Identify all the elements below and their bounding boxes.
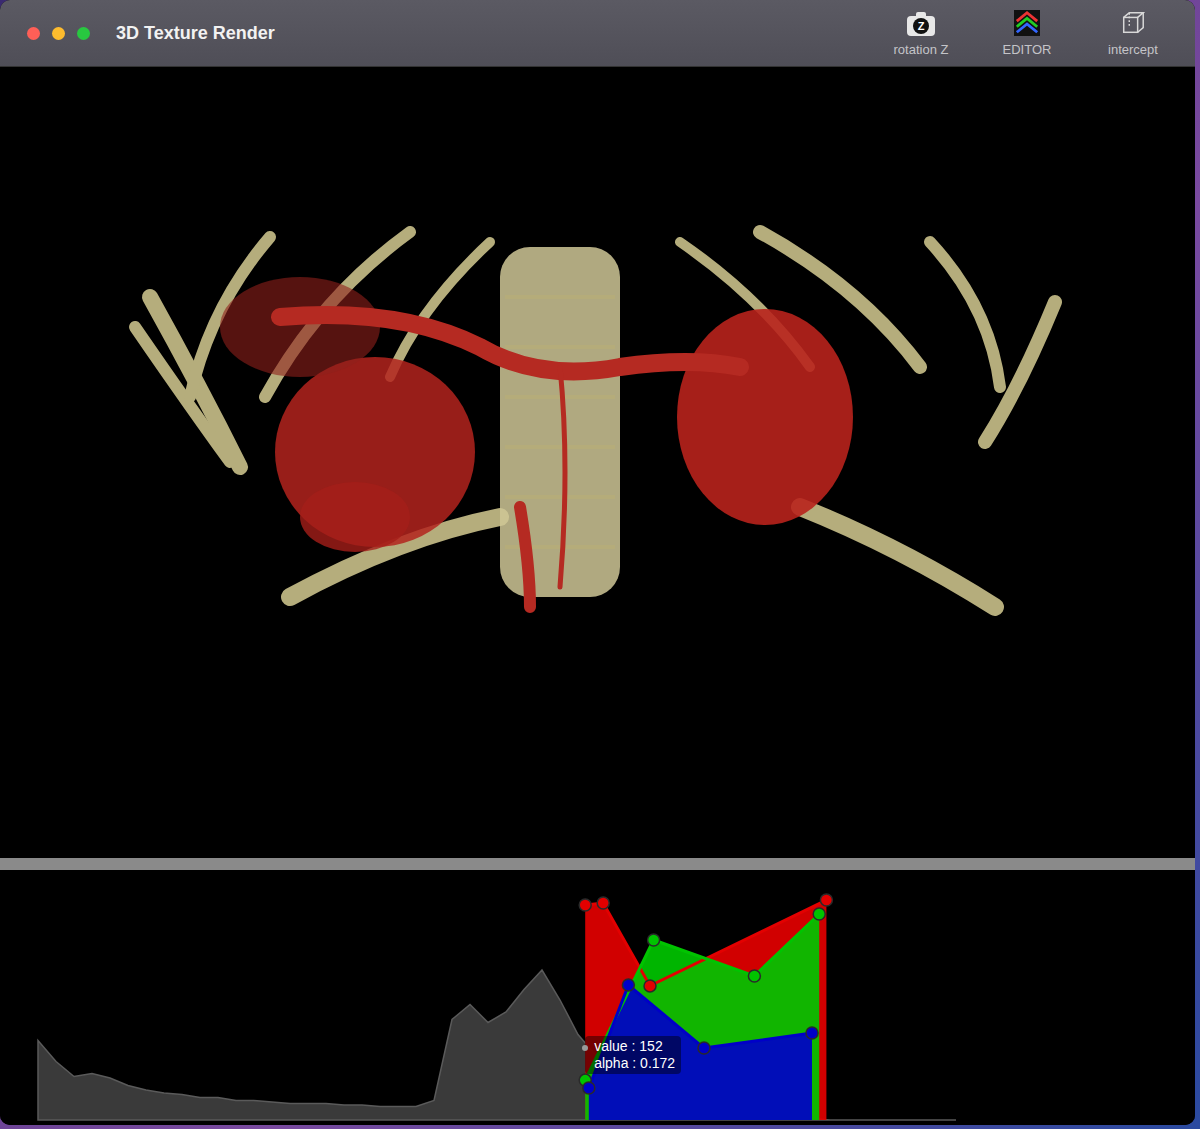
control-point[interactable]: [644, 980, 656, 992]
volume-render-image: [0, 67, 1195, 858]
transfer-function-icon: [1014, 10, 1040, 36]
window-controls: [27, 27, 90, 40]
control-point[interactable]: [622, 979, 634, 991]
window-title: 3D Texture Render: [116, 23, 275, 44]
toolbar-button[interactable]: intercept: [1091, 10, 1175, 57]
control-point[interactable]: [648, 934, 660, 946]
toolbar: Z rotation Z EDITOR intercept: [879, 10, 1175, 57]
point-tooltip: value : 152 alpha : 0.172: [585, 1036, 681, 1074]
title-bar: 3D Texture Render Z rotation Z EDITOR in…: [0, 0, 1195, 67]
zoom-button[interactable]: [77, 27, 90, 40]
control-point[interactable]: [583, 1082, 595, 1094]
control-point[interactable]: [579, 899, 591, 911]
control-point[interactable]: [806, 1027, 818, 1039]
camera-icon: Z: [907, 10, 935, 36]
channel-area: [585, 914, 819, 1120]
transfer-function-editor[interactable]: value : 152 alpha : 0.172: [0, 870, 1195, 1125]
control-point[interactable]: [597, 897, 609, 909]
control-point[interactable]: [820, 894, 832, 906]
tooltip-dot: [582, 1045, 588, 1051]
control-point[interactable]: [698, 1042, 710, 1054]
toolbar-button[interactable]: Z rotation Z: [879, 10, 963, 57]
volume-render-view[interactable]: [0, 67, 1195, 858]
cube-icon: [1120, 10, 1146, 36]
toolbar-label: EDITOR: [1003, 42, 1052, 57]
control-point[interactable]: [813, 908, 825, 920]
transfer-function-chart: [0, 870, 1195, 1125]
split-divider[interactable]: [0, 858, 1195, 870]
channel-line: [585, 914, 819, 1080]
channel-area: [585, 900, 826, 1120]
desktop: 3D Texture Render Z rotation Z EDITOR in…: [0, 0, 1200, 1129]
control-point[interactable]: [748, 970, 760, 982]
toolbar-label: intercept: [1108, 42, 1158, 57]
tooltip-value: value : 152: [594, 1038, 675, 1055]
toolbar-label: rotation Z: [894, 42, 949, 57]
toolbar-button[interactable]: EDITOR: [985, 10, 1069, 57]
tooltip-alpha: alpha : 0.172: [594, 1055, 675, 1072]
close-button[interactable]: [27, 27, 40, 40]
minimize-button[interactable]: [52, 27, 65, 40]
app-window: 3D Texture Render Z rotation Z EDITOR in…: [0, 0, 1195, 1125]
